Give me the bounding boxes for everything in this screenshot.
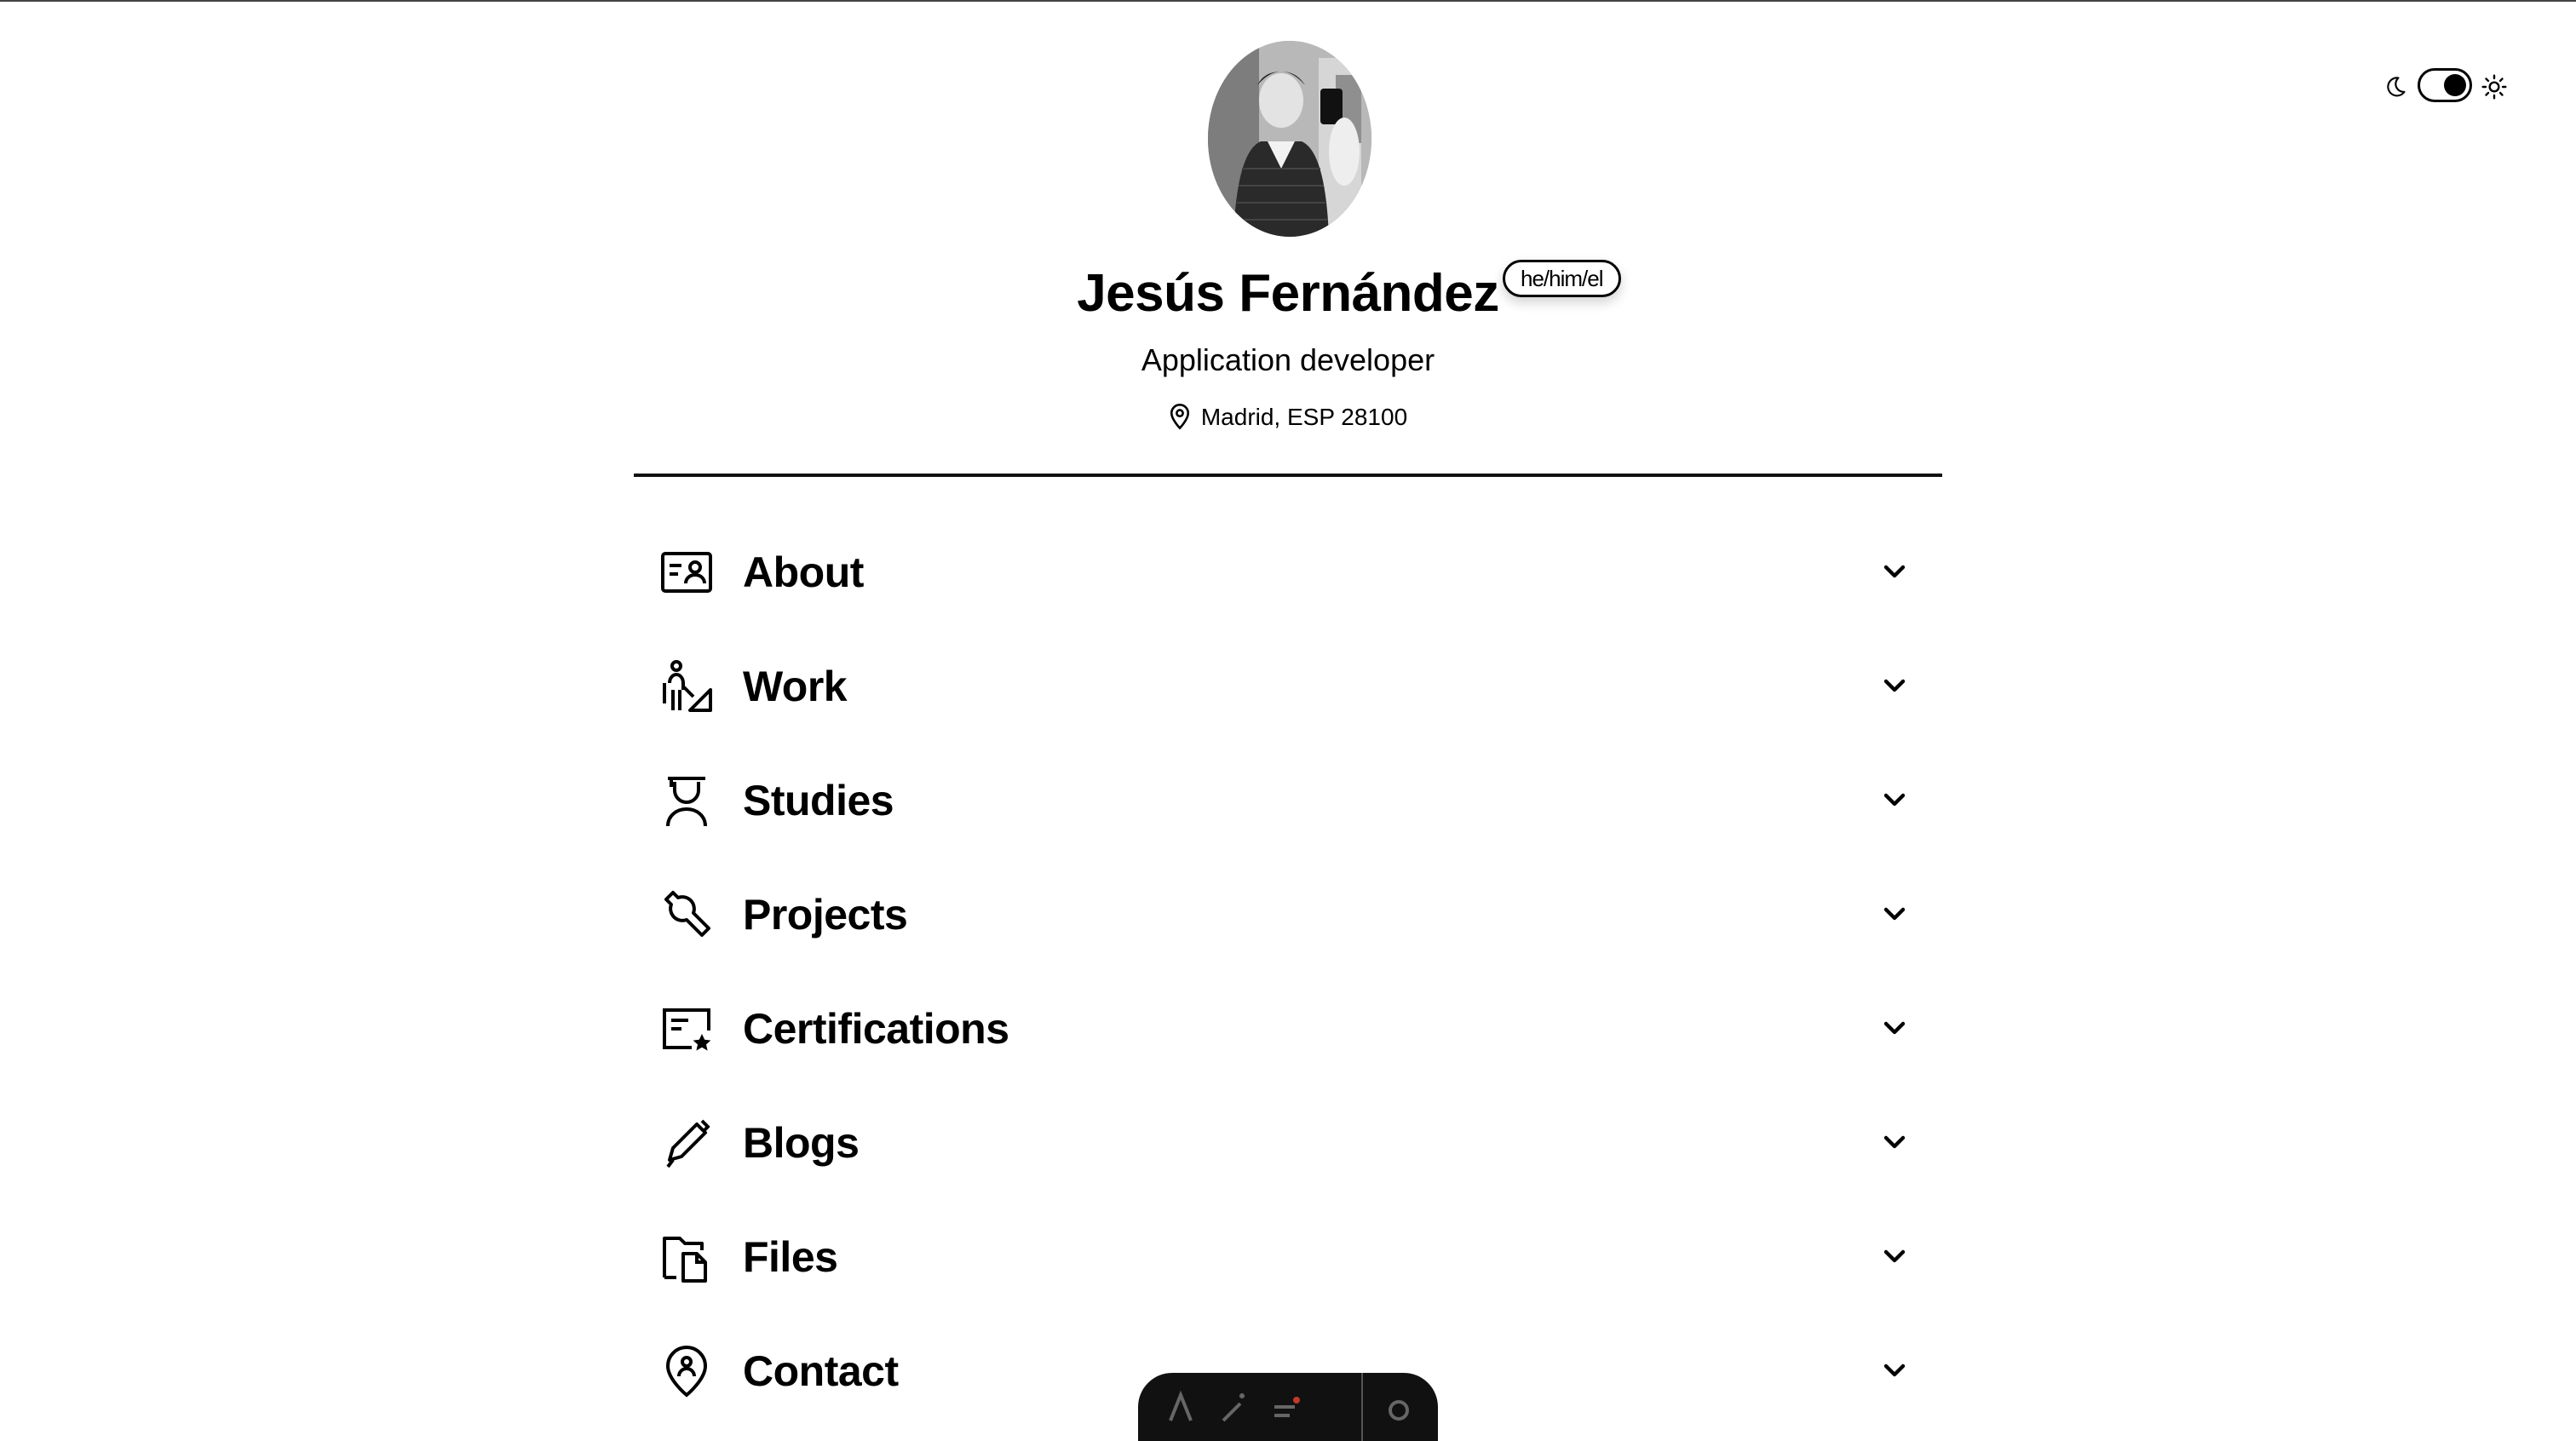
section-list: About Work Studies Projects Certificatio…: [634, 514, 1942, 1427]
theme-toggle[interactable]: [2383, 68, 2511, 106]
chevron-down-icon[interactable]: [1881, 1013, 1908, 1041]
chevron-down-icon[interactable]: [1881, 671, 1908, 698]
profile-name: Jesús Fernández: [1077, 264, 1499, 323]
pronouns-badge: he/him/el: [1503, 260, 1621, 297]
menu-icon[interactable]: [1269, 1390, 1303, 1424]
section-label: Projects: [743, 891, 908, 939]
section-about[interactable]: About: [634, 514, 1942, 629]
header-divider: [634, 474, 1942, 477]
chevron-down-icon[interactable]: [1881, 785, 1908, 812]
profile-role: Application developer: [1141, 342, 1435, 377]
profile-header: Jesús Fernández he/him/el Application de…: [634, 0, 1942, 477]
bottom-dock: [1138, 1373, 1438, 1441]
section-blogs[interactable]: Blogs: [634, 1085, 1942, 1199]
chevron-down-icon[interactable]: [1881, 899, 1908, 927]
chevron-down-icon[interactable]: [1881, 557, 1908, 584]
student-icon: [666, 777, 707, 827]
section-label: Studies: [743, 777, 894, 824]
avatar: [1208, 41, 1371, 237]
sun-icon: [2481, 74, 2507, 100]
section-label: About: [743, 548, 864, 596]
location-text: Madrid, ESP 28100: [1200, 404, 1408, 430]
section-studies[interactable]: Studies: [634, 743, 1942, 857]
section-label: Work: [743, 663, 848, 710]
section-label: Files: [743, 1233, 838, 1281]
theme-switch-knob: [2444, 74, 2466, 96]
chevron-down-icon[interactable]: [1881, 1128, 1908, 1155]
worker-icon: [663, 660, 712, 712]
chevron-down-icon[interactable]: [1881, 1242, 1908, 1269]
theme-switch[interactable]: [2418, 68, 2472, 102]
pencil-icon: [666, 1119, 710, 1168]
section-certifications[interactable]: Certifications: [634, 971, 1942, 1085]
location-person-icon: [665, 1345, 708, 1398]
profile-location: Madrid, ESP 28100: [634, 397, 1942, 438]
section-label: Certifications: [743, 1005, 1009, 1053]
map-pin-icon: [1170, 404, 1189, 430]
id-card-icon: [661, 552, 712, 593]
settings-icon[interactable]: [1382, 1390, 1416, 1424]
wrench-icon: [664, 891, 710, 937]
section-label: Contact: [743, 1347, 899, 1395]
section-work[interactable]: Work: [634, 629, 1942, 743]
moon-icon: [2387, 77, 2406, 97]
magic-wand-icon[interactable]: [1216, 1390, 1251, 1424]
dock-separator: [1361, 1373, 1363, 1441]
name-row: Jesús Fernández he/him/el: [634, 255, 1942, 332]
certificate-icon: [663, 1008, 711, 1051]
section-label: Blogs: [743, 1119, 860, 1167]
section-files[interactable]: Files: [634, 1199, 1942, 1313]
files-icon: [663, 1237, 707, 1283]
font-size-icon[interactable]: [1164, 1390, 1198, 1424]
avatar-photo: [1208, 41, 1371, 237]
chevron-down-icon[interactable]: [1881, 1356, 1908, 1383]
section-projects[interactable]: Projects: [634, 857, 1942, 971]
